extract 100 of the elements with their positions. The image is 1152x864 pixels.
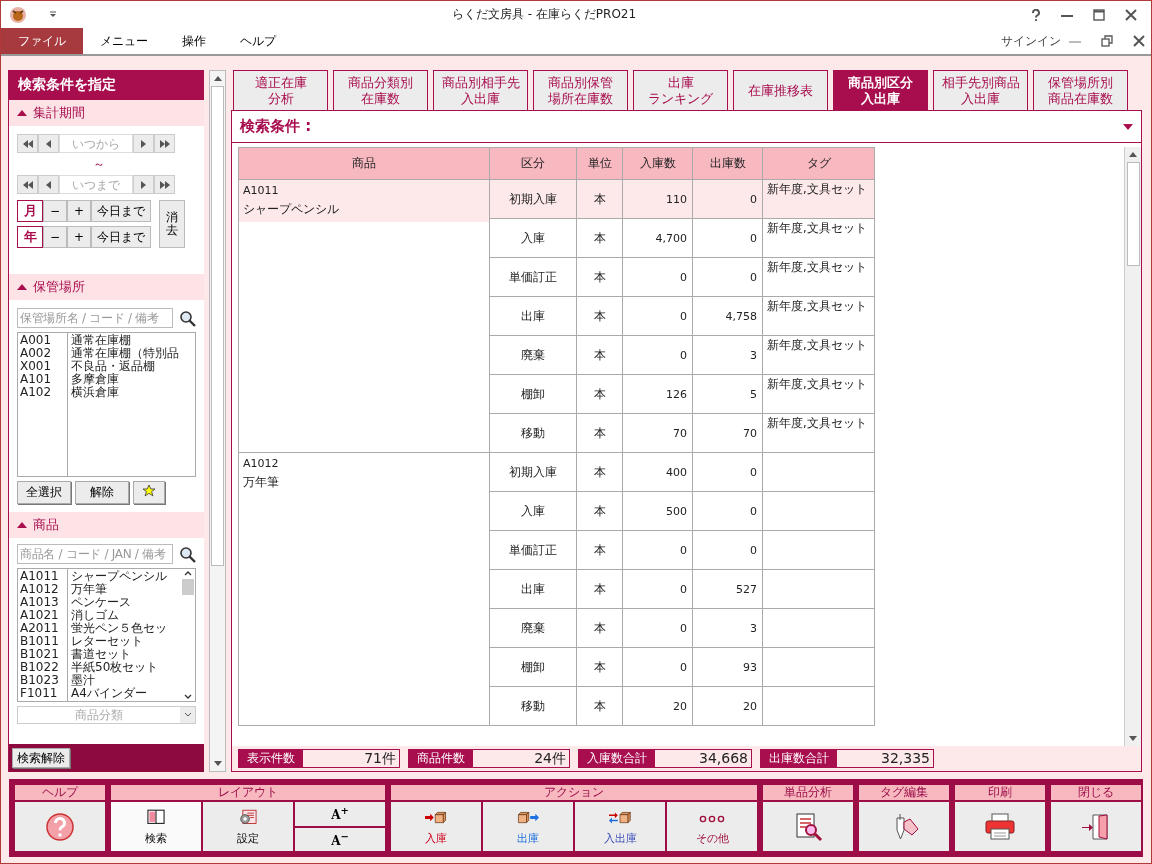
quick-access-icon[interactable] [49, 11, 57, 18]
today-button[interactable]: 今日まで [91, 200, 151, 222]
panel-scrollbar[interactable] [209, 70, 226, 772]
scroll-up-icon[interactable] [184, 569, 192, 577]
toolbar-button[interactable]: 入庫 [391, 802, 481, 851]
star-icon [142, 484, 156, 498]
double-left-icon [22, 180, 33, 189]
from-date-field[interactable]: いつから [59, 134, 133, 153]
menu-item[interactable]: 操作 [165, 27, 223, 55]
location-search-field[interactable]: 保管場所名 / コード / 備考 [17, 308, 173, 328]
select-all-button[interactable]: 全選択 [17, 481, 71, 504]
table-cell: 5 [692, 374, 763, 414]
table-cell: 本 [576, 413, 623, 453]
plus-button[interactable]: + [67, 200, 91, 222]
previous-button[interactable] [38, 134, 59, 153]
help-button[interactable] [15, 802, 105, 851]
collapse-icon[interactable] [17, 284, 27, 290]
analysis-button[interactable] [763, 802, 853, 851]
tab[interactable]: 出庫 ランキング [633, 70, 728, 110]
table-cell: 0 [692, 179, 763, 219]
deselect-button[interactable]: 解除 [75, 481, 129, 504]
scrollbar-thumb[interactable] [1126, 162, 1140, 266]
scrollbar-thumb[interactable] [211, 86, 224, 566]
product-search-field[interactable]: 商品名 / コード / JAN / 備考 [17, 544, 173, 564]
toolbar-button[interactable]: 出庫 [483, 802, 573, 851]
next-button[interactable] [133, 175, 154, 194]
scrollbar-thumb[interactable] [182, 579, 194, 595]
scroll-up-icon[interactable] [1129, 152, 1137, 157]
toolbar-button[interactable]: 設定 [203, 802, 293, 851]
table-scrollbar[interactable] [1124, 147, 1141, 746]
expand-icon[interactable] [1123, 123, 1133, 130]
next-button[interactable] [133, 134, 154, 153]
font-increase-button[interactable]: A$^{+}$ [295, 802, 385, 826]
column-header[interactable]: 商品 [238, 147, 490, 180]
section-title: 保管場所 [33, 278, 85, 296]
panel-title: 検索条件を指定 [9, 70, 204, 100]
first-button[interactable] [17, 134, 38, 153]
collapse-icon[interactable] [17, 110, 27, 116]
column-header[interactable]: 入庫数 [622, 147, 693, 180]
tab[interactable]: 商品別区分 入出庫 [833, 70, 928, 110]
table-cell: 400 [622, 452, 693, 492]
tab[interactable]: 商品別保管 場所在庫数 [533, 70, 628, 110]
product-list[interactable]: A1011 A1012 A1013 A1021 A2011 B1011 B1021 B1022 B1023 F1011 シャープペンシル 万年筆 ペンケース 消しゴム 蛍光ペン５色セッ レターセット 書道セット 半紙50枚セット 墨汁 A4バインダー [17, 568, 196, 702]
today-button[interactable]: 今日まで [91, 226, 151, 248]
column-header[interactable]: 単位 [576, 147, 623, 180]
menu-item[interactable]: メニュー [83, 27, 165, 55]
toolbar-button[interactable]: その他 [667, 802, 757, 851]
tab[interactable]: 相手先別商品 入出庫 [933, 70, 1028, 110]
list-scrollbar[interactable] [181, 569, 195, 701]
maximize-icon[interactable] [1093, 8, 1105, 21]
menu-item[interactable]: ヘルプ [223, 27, 293, 55]
column-header[interactable]: 出庫数 [692, 147, 763, 180]
chevron-down-icon[interactable] [183, 712, 192, 718]
tab[interactable]: 適正在庫 分析 [233, 70, 328, 110]
column-header[interactable]: タグ [762, 147, 875, 180]
restore-icon[interactable] [1101, 35, 1113, 47]
close-icon[interactable] [1133, 35, 1145, 47]
scroll-up-icon[interactable] [213, 76, 222, 81]
column-header[interactable]: 区分 [489, 147, 577, 180]
favorite-button[interactable] [133, 481, 165, 504]
product-name: レターセット [71, 635, 144, 648]
product-code: F1011 [20, 687, 59, 700]
table-cell: 0 [622, 335, 693, 375]
search-icon[interactable] [179, 309, 196, 327]
to-date-field[interactable]: いつまで [59, 175, 133, 194]
menu-item[interactable]: ファイル [1, 27, 83, 55]
last-button[interactable] [154, 175, 175, 194]
scroll-down-icon[interactable] [1129, 736, 1137, 741]
close-button[interactable] [1051, 802, 1141, 851]
tab[interactable]: 保管場所別 商品在庫数 [1033, 70, 1128, 110]
close-icon[interactable] [1125, 8, 1137, 21]
tab[interactable]: 商品分類別 在庫数 [333, 70, 428, 110]
reset-search-button[interactable]: 検索解除 [12, 748, 70, 768]
sign-in-link[interactable]: サインイン [1001, 32, 1061, 50]
previous-button[interactable] [38, 175, 59, 194]
minus-button[interactable]: − [43, 226, 67, 248]
tab[interactable]: 在庫推移表 [733, 70, 828, 110]
collapse-icon[interactable] [17, 522, 27, 528]
minus-button[interactable]: − [43, 200, 67, 222]
location-list[interactable]: A001 A002 X001 A101 A102 通常在庫棚 通常在庫棚（特別品 不良品・返品棚 多摩倉庫 横浜倉庫 [17, 332, 196, 477]
clear-button[interactable]: 消去 [159, 200, 185, 248]
product-name: シャープペンシル [243, 201, 340, 218]
toolbar-button[interactable]: 入出庫 [575, 802, 665, 851]
search-icon[interactable] [179, 545, 196, 563]
app-logo-icon [9, 5, 27, 24]
plus-button[interactable]: + [67, 226, 91, 248]
table-cell: 20 [622, 686, 693, 726]
font-decrease-button[interactable]: A$^{−}$ [295, 827, 385, 851]
toolbar-button[interactable]: 検索 [111, 802, 201, 851]
first-button[interactable] [17, 175, 38, 194]
table-cell: 3 [692, 335, 763, 375]
print-button[interactable] [955, 802, 1045, 851]
scroll-down-icon[interactable] [184, 693, 192, 701]
table-cell: 初期入庫 [489, 179, 577, 219]
product-name: 墨汁 [71, 674, 96, 687]
scroll-down-icon[interactable] [213, 761, 222, 766]
last-button[interactable] [154, 134, 175, 153]
double-right-icon [159, 180, 170, 189]
help-icon[interactable] [1031, 8, 1041, 21]
tab[interactable]: 商品別相手先 入出庫 [433, 70, 528, 110]
